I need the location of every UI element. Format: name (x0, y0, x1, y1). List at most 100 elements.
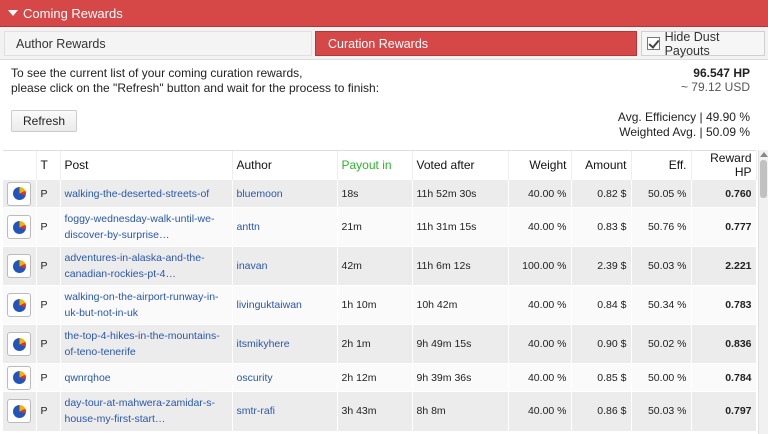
cell-voted-after: 11h 6m 12s (412, 246, 509, 286)
cell-payout: 21m (337, 207, 413, 247)
panel-title: Coming Rewards (23, 5, 123, 21)
instructions: To see the current list of your coming c… (11, 66, 379, 96)
cell-author-link[interactable]: smtr-rafi (232, 391, 338, 431)
pie-chart-button[interactable] (3, 285, 37, 325)
cell-weight: 100.00 % (508, 246, 572, 286)
hide-dust-checkbox[interactable] (647, 37, 660, 50)
cell-payout: 2h 1m (337, 324, 413, 364)
cell-weight: 40.00 % (508, 324, 572, 364)
cell-reward-hp: 0.836 (691, 324, 757, 364)
col-icon (3, 151, 37, 180)
pie-chart-icon[interactable] (7, 365, 31, 390)
cell-amount: 0.85 $ (571, 363, 632, 392)
pie-chart-button[interactable] (3, 324, 37, 364)
cell-reward-hp: 0.760 (691, 179, 757, 208)
cell-post-link[interactable]: adventures-in-alaska-and-the-canadian-ro… (60, 246, 233, 286)
efficiency-summary: Avg. Efficiency | 49.90 % Weighted Avg. … (618, 110, 750, 140)
cell-payout: 42m (337, 246, 413, 286)
pie-chart-icon[interactable] (7, 399, 31, 424)
cell-weight: 40.00 % (508, 363, 572, 392)
avg-efficiency: Avg. Efficiency | 49.90 % (617, 110, 750, 124)
col-weight[interactable]: Weight (508, 151, 572, 180)
tab-author-rewards[interactable]: Author Rewards (4, 31, 312, 56)
panel-header[interactable]: Coming Rewards (0, 0, 768, 27)
instructions-line-2: please click on the "Refresh" button and… (11, 81, 380, 95)
col-voted-after[interactable]: Voted after (412, 151, 509, 180)
cell-post-link[interactable]: foggy-wednesday-walk-until-we-discover-b… (60, 207, 233, 247)
col-post[interactable]: Post (60, 151, 233, 180)
pie-chart-icon[interactable] (7, 181, 31, 206)
cell-post-link[interactable]: day-tour-at-mahwera-zamidar-s-house-my-f… (60, 391, 233, 431)
pie-chart-button[interactable] (3, 246, 37, 286)
pie-chart-button[interactable] (3, 179, 37, 208)
cell-reward-hp: 0.797 (691, 391, 757, 431)
cell-reward-hp: 0.783 (691, 285, 757, 325)
cell-efficiency: 50.03 % (631, 391, 692, 431)
col-amount[interactable]: Amount (571, 151, 632, 180)
cell-reward-hp: 0.784 (691, 363, 757, 392)
cell-weight: 40.00 % (508, 391, 572, 431)
cell-weight: 40.00 % (508, 179, 572, 208)
table-header-row: T Post Author Payout in Voted after Weig… (3, 151, 757, 180)
cell-weight: 40.00 % (508, 207, 572, 247)
hide-dust-toggle[interactable]: Hide Dust Payouts (641, 29, 765, 58)
vertical-scrollbar[interactable] (758, 150, 768, 434)
cell-type: P (36, 391, 61, 431)
collapse-triangle-icon[interactable] (8, 10, 18, 16)
pie-chart-icon[interactable] (7, 332, 31, 356)
total-summary: 96.547 HP ~ 79.12 USD (681, 66, 750, 94)
cell-type: P (36, 324, 61, 364)
instructions-line-1: To see the current list of your coming c… (11, 66, 303, 80)
cell-author-link[interactable]: livinguktaiwan (232, 285, 338, 325)
cell-post-link[interactable]: the-top-4-hikes-in-the-mountains-of-teno… (60, 324, 233, 364)
table-row: P day-tour-at-mahwera-zamidar-s-house-my… (3, 391, 757, 431)
cell-type: P (36, 179, 61, 208)
cell-author-link[interactable]: oscurity (232, 363, 338, 392)
cell-voted-after: 10h 42m (412, 285, 509, 325)
pie-chart-button[interactable] (3, 363, 37, 392)
cell-type: P (36, 246, 61, 286)
cell-amount: 0.86 $ (571, 391, 632, 431)
cell-payout: 3h 43m (337, 391, 413, 431)
tab-bar: Author Rewards Curation Rewards Hide Dus… (0, 27, 768, 60)
cell-amount: 0.90 $ (571, 324, 632, 364)
pie-chart-icon[interactable] (7, 293, 31, 317)
pie-chart-button[interactable] (3, 391, 37, 431)
cell-post-link[interactable]: walking-on-the-airport-runway-in-uk-but-… (60, 285, 233, 325)
cell-author-link[interactable]: anttn (232, 207, 338, 247)
cell-efficiency: 50.76 % (631, 207, 692, 247)
col-reward-hp[interactable]: Reward HP (691, 151, 757, 180)
col-type[interactable]: T (36, 151, 61, 180)
cell-author-link[interactable]: bluemoon (232, 179, 338, 208)
refresh-button[interactable]: Refresh (11, 110, 77, 132)
cell-author-link[interactable]: itsmikyhere (232, 324, 338, 364)
cell-author-link[interactable]: inavan (232, 246, 338, 286)
cell-post-link[interactable]: walking-the-deserted-streets-of (60, 179, 233, 208)
pie-chart-button[interactable] (3, 207, 37, 247)
cell-voted-after: 9h 39m 36s (412, 363, 509, 392)
pie-chart-icon[interactable] (7, 254, 31, 278)
tab-curation-rewards[interactable]: Curation Rewards (315, 31, 637, 56)
col-author[interactable]: Author (232, 151, 338, 180)
cell-amount: 0.84 $ (571, 285, 632, 325)
cell-voted-after: 9h 49m 15s (412, 324, 509, 364)
cell-amount: 0.82 $ (571, 179, 632, 208)
cell-payout: 18s (337, 179, 413, 208)
table-row: P walking-the-deserted-streets-of bluemo… (3, 179, 757, 208)
cell-reward-hp: 0.777 (691, 207, 757, 247)
scrollbar-thumb[interactable] (760, 160, 767, 198)
scroll-up-arrow-icon[interactable] (760, 152, 768, 157)
cell-voted-after: 11h 31m 15s (412, 207, 509, 247)
col-efficiency[interactable]: Eff. (631, 151, 692, 180)
cell-type: P (36, 207, 61, 247)
cell-post-link[interactable]: qwnrqhoe (60, 363, 233, 392)
cell-efficiency: 50.05 % (631, 179, 692, 208)
col-payout[interactable]: Payout in (337, 151, 413, 180)
pie-chart-icon[interactable] (7, 215, 31, 239)
table-row: P the-top-4-hikes-in-the-mountains-of-te… (3, 324, 757, 364)
cell-efficiency: 50.34 % (631, 285, 692, 325)
total-hp: 96.547 HP (693, 66, 750, 80)
table-row: P walking-on-the-airport-runway-in-uk-bu… (3, 285, 757, 325)
hide-dust-label: Hide Dust Payouts (664, 29, 720, 58)
table-row: P foggy-wednesday-walk-until-we-discover… (3, 207, 757, 247)
